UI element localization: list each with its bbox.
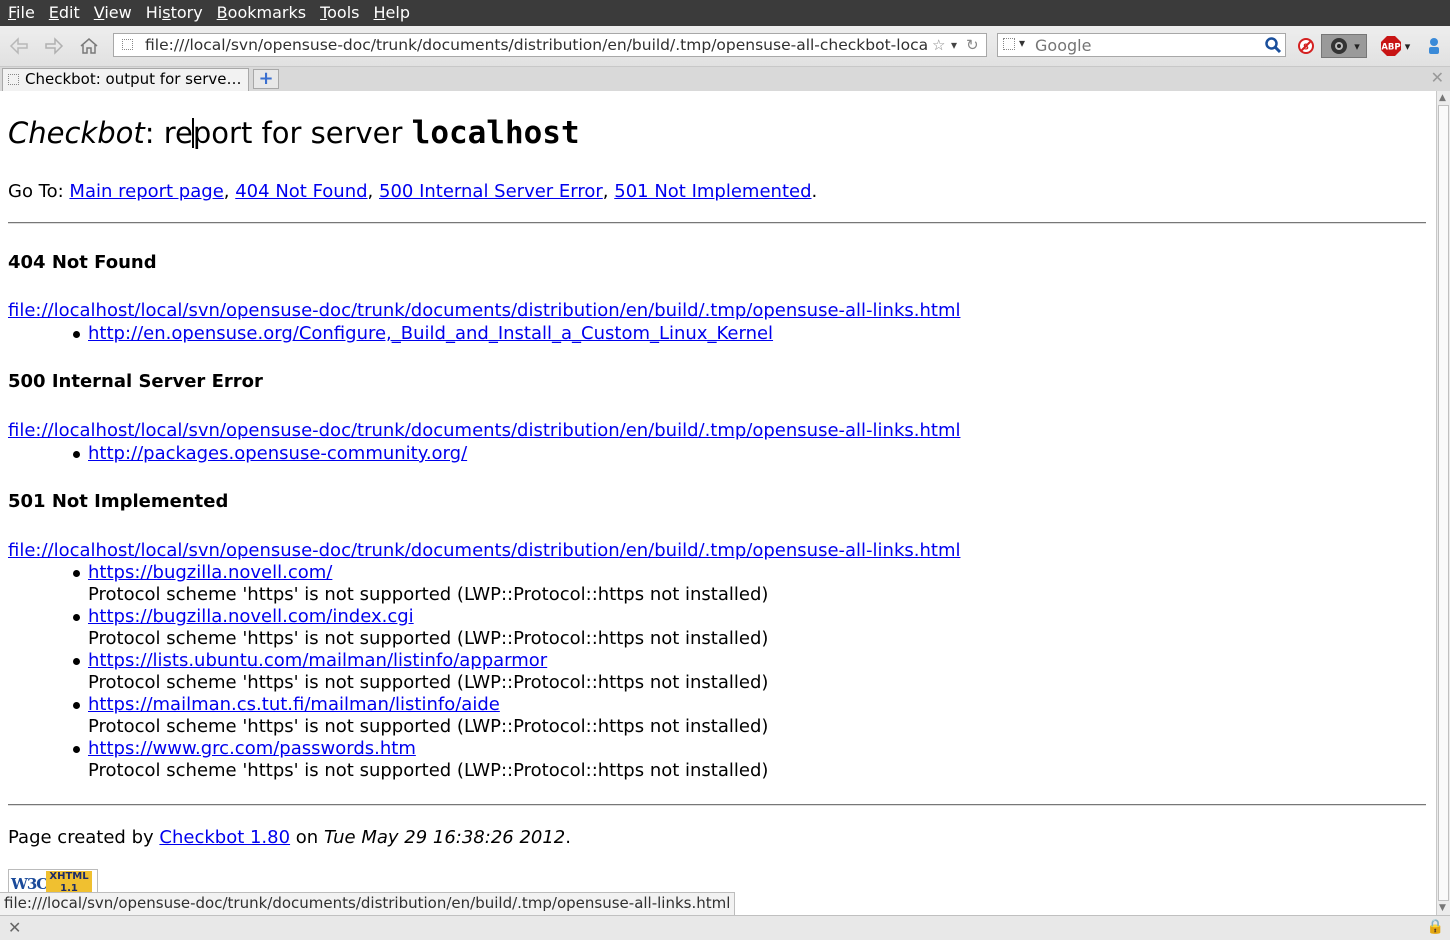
issue-list-500: http://packages.opensuse-community.org/ xyxy=(72,443,467,465)
section-heading-404: 404 Not Found xyxy=(8,252,157,273)
page-favicon-icon xyxy=(122,39,133,50)
list-item: http://packages.opensuse-community.org/ xyxy=(72,443,467,465)
footer-period: . xyxy=(565,827,571,848)
menu-item[interactable]: Bookmarks xyxy=(209,0,312,26)
bookmark-star-icon[interactable]: ☆ xyxy=(932,34,945,56)
goto-label: Go To: xyxy=(8,181,70,202)
error-message: Protocol scheme 'https' is not supported… xyxy=(88,628,769,649)
vertical-scrollbar[interactable]: ▲ ▼ xyxy=(1436,91,1450,915)
security-lock-icon[interactable]: 🔒 xyxy=(1427,919,1444,935)
section-heading-500: 500 Internal Server Error xyxy=(8,371,263,392)
menu-item[interactable]: Help xyxy=(366,0,416,26)
title-server: localhost xyxy=(411,115,580,151)
footer-date: Tue May 29 16:38:26 2012 xyxy=(323,827,566,848)
broken-link[interactable]: http://packages.opensuse-community.org/ xyxy=(88,443,467,464)
goto-404-link[interactable]: 404 Not Found xyxy=(235,181,367,202)
page-title: Checkbot: report for server localhost xyxy=(8,115,580,151)
search-input[interactable] xyxy=(1035,35,1255,55)
checkbot-version-link[interactable]: Checkbot 1.80 xyxy=(159,827,290,848)
url-text[interactable]: file:///local/svn/opensuse-doc/trunk/doc… xyxy=(145,34,928,56)
goto-separator: , xyxy=(223,181,236,202)
camera-icon[interactable]: ▾ xyxy=(1321,34,1367,58)
broken-link[interactable]: https://mailman.cs.tut.fi/mailman/listin… xyxy=(88,694,500,715)
title-part2: port for server xyxy=(192,116,412,150)
search-bar[interactable]: ▾ xyxy=(997,33,1286,57)
error-message: Protocol scheme 'https' is not supported… xyxy=(88,584,769,605)
menu-item[interactable]: History xyxy=(138,0,209,26)
title-colon: : xyxy=(144,116,155,150)
home-icon[interactable] xyxy=(76,34,102,58)
scroll-down-icon[interactable]: ▼ xyxy=(1439,903,1446,913)
status-url-tooltip: file:///local/svn/opensuse-doc/trunk/doc… xyxy=(0,892,736,917)
section-heading-501: 501 Not Implemented xyxy=(8,491,229,512)
menu-item[interactable]: Tools xyxy=(312,0,365,26)
list-item: https://mailman.cs.tut.fi/mailman/listin… xyxy=(72,694,769,738)
list-item: https://www.grc.com/passwords.htm Protoco… xyxy=(72,738,769,782)
broken-link[interactable]: https://lists.ubuntu.com/mailman/listinf… xyxy=(88,650,547,671)
tab-strip: Checkbot: output for server localhost + … xyxy=(0,67,1450,92)
addon-person-icon[interactable] xyxy=(1425,34,1443,58)
list-item: https://bugzilla.novell.com/Protocol sch… xyxy=(72,562,769,606)
broken-link[interactable]: https://bugzilla.novell.com/index.cgi xyxy=(88,606,414,627)
url-history-dropdown-icon[interactable]: ▾ xyxy=(951,34,957,56)
source-page-link[interactable]: file://localhost/local/svn/opensuse-doc/… xyxy=(8,420,961,441)
error-message: Protocol scheme 'https' is not supported… xyxy=(88,760,769,781)
menu-bar: File Edit View History Bookmarks Tools Help xyxy=(0,0,1450,26)
navigation-toolbar: file:///local/svn/opensuse-doc/trunk/doc… xyxy=(0,26,1450,67)
xhtml-text: XHTML xyxy=(49,871,89,882)
search-engine-icon[interactable] xyxy=(1003,38,1015,50)
url-bar[interactable]: file:///local/svn/opensuse-doc/trunk/doc… xyxy=(113,33,987,57)
error-message: Protocol scheme 'https' is not supported… xyxy=(88,672,769,693)
footer-on: on xyxy=(290,827,324,848)
goto-separator: , xyxy=(602,181,615,202)
menu-item[interactable]: File xyxy=(0,0,41,26)
page-footer: Page created by Checkbot 1.80 on Tue May… xyxy=(8,827,571,848)
reload-icon[interactable]: ↻ xyxy=(966,34,979,56)
issue-list-501: https://bugzilla.novell.com/Protocol sch… xyxy=(72,562,769,782)
goto-period: . xyxy=(811,181,818,202)
list-item: https://bugzilla.novell.com/index.cgi Pro… xyxy=(72,606,769,650)
menu-item[interactable]: Edit xyxy=(41,0,86,26)
forward-icon[interactable] xyxy=(41,34,67,58)
tab-title: Checkbot: output for server localhost xyxy=(25,70,247,88)
addon-bar: ✕ 🔒 xyxy=(0,915,1450,940)
source-page-link[interactable]: file://localhost/local/svn/opensuse-doc/… xyxy=(8,540,961,561)
list-item: http://en.opensuse.org/Configure,_Build_… xyxy=(72,323,773,345)
tab-checkbot-output[interactable]: Checkbot: output for server localhost xyxy=(2,68,249,91)
title-part1: re xyxy=(154,116,193,150)
noscript-icon[interactable]: S xyxy=(1296,34,1316,58)
error-message: Protocol scheme 'https' is not supported… xyxy=(88,716,769,737)
goto-main-report-link[interactable]: Main report page xyxy=(69,181,223,202)
issue-list-404: http://en.opensuse.org/Configure,_Build_… xyxy=(72,323,773,345)
source-page-link[interactable]: file://localhost/local/svn/opensuse-doc/… xyxy=(8,300,961,321)
search-go-icon[interactable] xyxy=(1264,36,1282,54)
horizontal-rule xyxy=(8,222,1426,224)
goto-nav: Go To: Main report page, 404 Not Found, … xyxy=(8,181,817,202)
scroll-up-icon[interactable]: ▲ xyxy=(1439,93,1446,103)
menu-item[interactable]: View xyxy=(86,0,138,26)
title-checkbot: Checkbot xyxy=(8,116,145,150)
w3c-logo-text: W3C xyxy=(11,875,48,893)
scrollbar-thumb[interactable] xyxy=(1438,105,1449,901)
list-item: https://lists.ubuntu.com/mailman/listinf… xyxy=(72,650,769,694)
footer-prefix: Page created by xyxy=(8,827,160,848)
chevron-down-icon[interactable]: ▾ xyxy=(1019,36,1025,50)
goto-500-link[interactable]: 500 Internal Server Error xyxy=(379,181,603,202)
abp-label: ABP xyxy=(1381,43,1400,53)
broken-link[interactable]: http://en.opensuse.org/Configure,_Build_… xyxy=(88,323,773,344)
broken-link[interactable]: https://www.grc.com/passwords.htm xyxy=(88,738,416,759)
horizontal-rule xyxy=(8,804,1426,806)
tab-favicon-icon xyxy=(8,74,19,85)
goto-separator: , xyxy=(367,181,379,202)
back-icon[interactable] xyxy=(6,34,32,58)
close-tab-icon[interactable]: ✕ xyxy=(1431,68,1444,87)
new-tab-button[interactable]: + xyxy=(253,69,279,89)
goto-501-link[interactable]: 501 Not Implemented xyxy=(614,181,811,202)
page-content: Checkbot: report for server localhost Go… xyxy=(0,91,1436,915)
adblock-plus-icon[interactable]: ABP ▾ xyxy=(1375,34,1415,58)
broken-link[interactable]: https://bugzilla.novell.com/ xyxy=(88,562,332,583)
close-addon-bar-icon[interactable]: ✕ xyxy=(8,918,21,937)
